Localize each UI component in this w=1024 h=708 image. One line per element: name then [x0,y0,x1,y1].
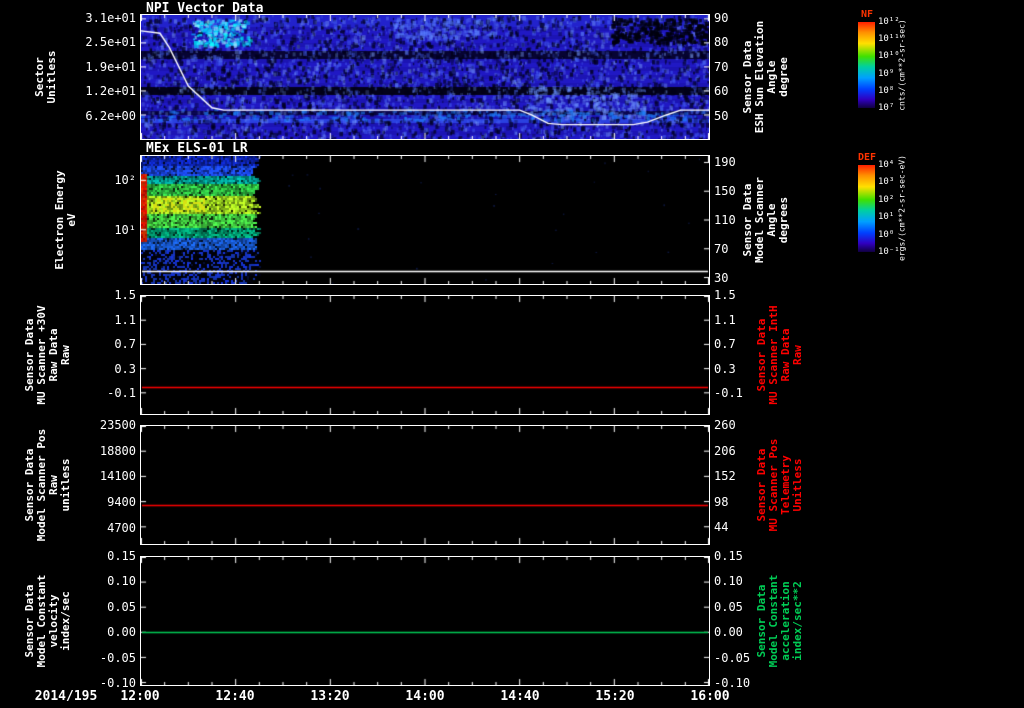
y-tick-label-right: 98 [714,494,729,509]
y-tick-label-left: 0.00 [107,625,136,640]
y-tick-label-left: 0.10 [107,574,136,589]
y-tick-label-right: 70 [714,242,729,257]
y-tick-label-left: 0.05 [107,599,136,614]
panel4-left-axis-label: Sensor Data Model Scanner Pos Raw unitle… [23,428,72,542]
date-label: 2014/195 [34,689,98,704]
y-tick-label-right: 1.1 [714,312,736,327]
y-tick-label-right: 110 [714,213,736,227]
y-tick-label-right: 0.3 [714,361,736,376]
panel-npi-sector-spectrogram [140,14,710,140]
y-tick-label-right: 80 [714,35,729,50]
colorbar-tick-label: 10⁷ [878,103,895,113]
colorbar-tick-label: 10¹ [878,212,895,223]
y-tick-label-left: -0.05 [99,650,136,665]
colorbar-tick-label: 10³ [878,177,895,188]
panel1-left-axis-label: Sector Unitless [33,50,58,104]
y-tick-label-left: 6.2e+00 [85,108,136,123]
colorbar-tick-label: 10⁴ [878,160,895,170]
colorbar-tick-label: 10⁸ [878,85,895,96]
y-tick-label-left: 1.1 [114,312,136,327]
y-tick-label-right: 152 [714,469,736,484]
x-axis-time-label: 12:00 [120,689,160,704]
y-tick-label-right: 1.5 [714,288,736,302]
y-tick-label-left: 0.3 [114,361,136,376]
x-axis-time-label: 12:40 [215,689,255,704]
model-scanner-pos-canvas [141,426,709,544]
y-tick-label-left: 4700 [107,520,136,535]
y-tick-label-right: 190 [714,154,736,169]
nf-colorbar-title: NF [860,9,874,20]
panel-model-constant-velocity [140,556,710,686]
colorbar-tick-label: 10² [878,194,895,205]
colorbar-tick-label: 10⁻¹ [878,247,900,257]
y-tick-label-right: 0.05 [714,599,743,614]
y-tick-label-left: 10¹ [114,222,136,237]
y-tick-label-right: 60 [714,84,729,99]
mu-scanner-30v-canvas [141,296,709,414]
panel5-left-axis-label: Sensor Data Model Constant velocity inde… [23,574,72,668]
y-tick-label-right: 0.10 [714,574,743,589]
y-tick-label-left: 0.15 [107,549,136,563]
colorbar-tick-label: 10¹¹ [878,34,900,45]
panel-els-energy-spectrogram [140,155,710,285]
colorbar-tick-label: 10¹² [878,17,900,27]
y-tick-label-left: 3.1e+01 [85,10,136,25]
y-tick-label-left: 14100 [99,469,136,484]
x-axis-time-label: 15:20 [595,689,635,704]
y-tick-label-left: 2.5e+01 [85,35,136,50]
def-colorbar [858,165,875,252]
y-tick-label-left: 9400 [107,494,136,509]
els-spectrogram-canvas [141,156,709,284]
y-tick-label-right: 0.7 [714,337,736,352]
panel-mu-scanner-30v [140,295,710,415]
y-tick-label-left: 10² [114,172,136,187]
nf-colorbar-unit-label: cnts/(cm**2-sr-sec) [897,19,907,111]
def-colorbar-unit-label: ergs/(cm**2-sr-sec-eV) [897,155,907,261]
science-plot-screen: NPI Vector Data MEx ELS-01 LR Sector Uni… [0,0,1024,708]
colorbar-tick-label: 10⁹ [878,68,895,79]
y-tick-label-right: 44 [714,520,729,535]
y-tick-label-left: 23500 [99,418,136,432]
y-tick-label-left: -0.1 [107,386,136,401]
y-tick-label-left: 18800 [99,443,136,458]
y-tick-label-left: 1.5 [114,288,136,302]
y-tick-label-right: 0.15 [714,549,743,563]
y-tick-label-right: 150 [714,183,736,198]
y-tick-label-left: 1.9e+01 [85,59,136,74]
x-axis-time-label: 13:20 [310,689,350,704]
y-tick-label-right: -0.05 [714,650,751,665]
model-constant-velocity-canvas [141,557,709,685]
y-tick-label-right: 206 [714,443,736,458]
npi-spectrogram-canvas [141,15,709,139]
colorbar-tick-label: 10¹⁰ [878,51,900,62]
panel-model-scanner-pos [140,425,710,545]
y-tick-label-right: 30 [714,271,729,286]
y-tick-label-left: 1.2e+01 [85,84,136,99]
y-tick-label-right: 0.00 [714,625,743,640]
y-tick-label-left: 0.7 [114,337,136,352]
y-tick-label-right: 50 [714,108,729,123]
y-tick-label-right: 260 [714,418,736,432]
x-axis-time-label: 16:00 [690,689,730,704]
y-tick-label-right: -0.1 [714,386,743,401]
y-tick-label-right: 90 [714,10,729,25]
def-colorbar-title: DEF [857,152,877,163]
x-axis-time-label: 14:40 [500,689,540,704]
colorbar-tick-label: 10⁰ [878,229,895,240]
panel3-left-axis-label: Sensor Data MU Scanner +30V Raw Data Raw [23,305,72,405]
nf-colorbar [858,22,875,108]
x-axis-time-label: 14:00 [405,689,445,704]
y-tick-label-right: 70 [714,59,729,74]
panel2-title: MEx ELS-01 LR [146,141,248,156]
